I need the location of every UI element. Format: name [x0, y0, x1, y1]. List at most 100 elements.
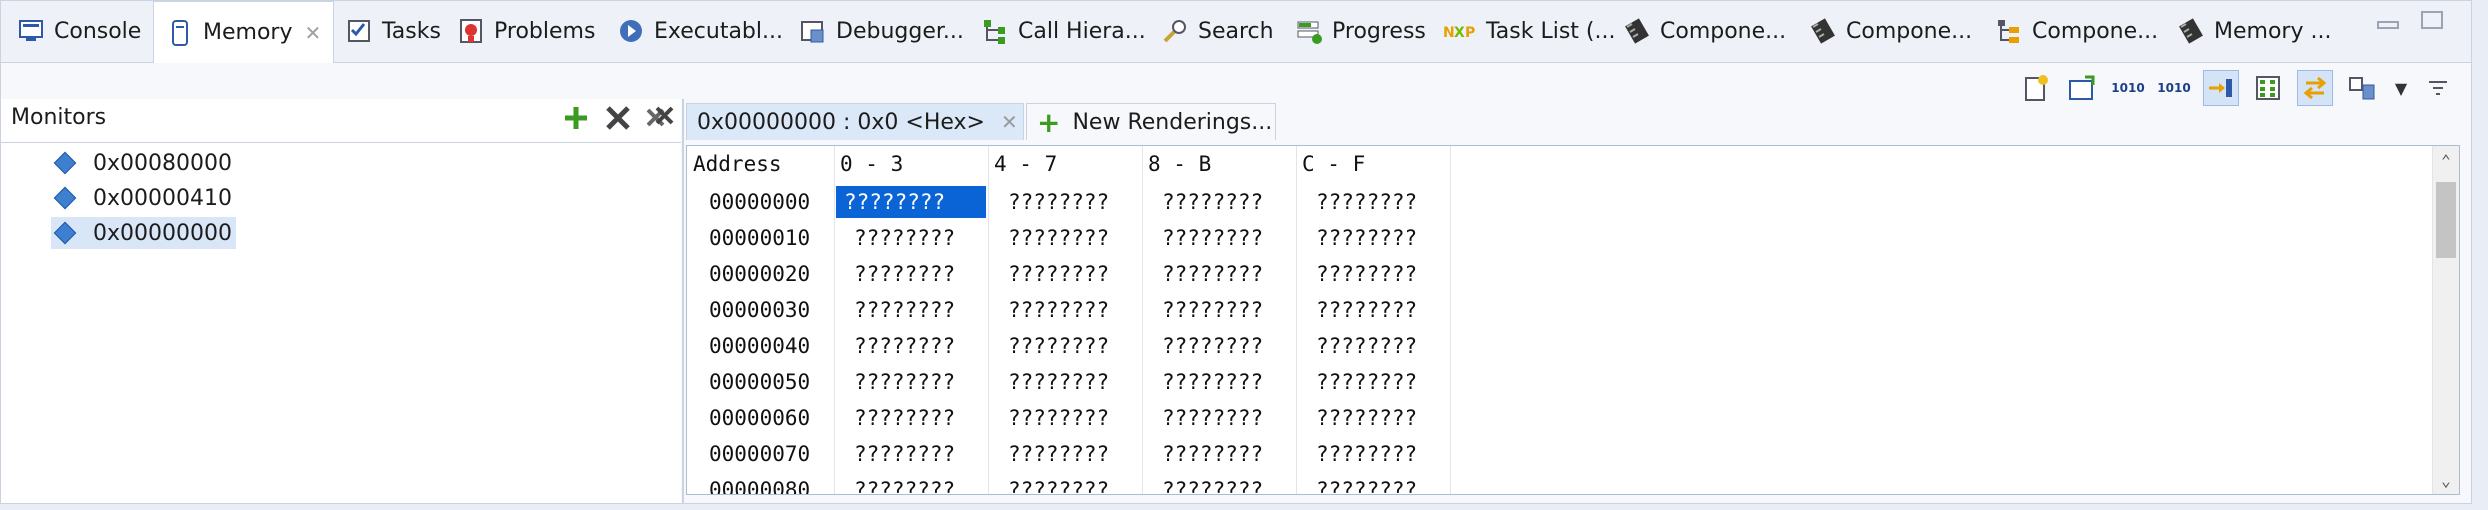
pane-divider[interactable]: [682, 99, 684, 503]
monitor-item[interactable]: 0x00080000: [51, 147, 236, 179]
memory-cell[interactable]: ????????: [854, 330, 955, 362]
monitor-item[interactable]: 0x00000410: [51, 182, 236, 214]
tab-memory-2[interactable]: Memory ...: [2177, 1, 2331, 61]
memory-cell[interactable]: ????????: [1008, 222, 1109, 254]
debugger-icon: [799, 17, 827, 45]
layout-icon[interactable]: [2345, 71, 2379, 105]
tab-label: Compone...: [1660, 18, 1787, 44]
memory-cell[interactable]: ????????: [1008, 186, 1109, 218]
tab-problems[interactable]: Problems: [457, 1, 595, 61]
monitor-item[interactable]: 0x00000000: [51, 217, 236, 249]
call-hierarchy-icon: [981, 17, 1009, 45]
swap-icon[interactable]: [2297, 70, 2333, 106]
column-header: C - F: [1302, 152, 1366, 176]
address-cell: 00000070: [709, 442, 811, 466]
memory-cell[interactable]: ????????: [1316, 294, 1417, 326]
memory-cell[interactable]: ????????: [854, 402, 955, 434]
memory-cell[interactable]: ????????: [1162, 366, 1263, 398]
memory-cell[interactable]: ????????: [1316, 438, 1417, 470]
memory-cell[interactable]: ????????: [1162, 474, 1263, 494]
memory-cell[interactable]: ????????: [1162, 186, 1263, 218]
memory-cell[interactable]: ????????: [1162, 258, 1263, 290]
minimize-button[interactable]: [2377, 21, 2399, 29]
memory-cell[interactable]: ????????: [1162, 222, 1263, 254]
memory-cell[interactable]: ????????: [1008, 294, 1109, 326]
memory-cell[interactable]: ????????: [836, 186, 986, 218]
memory-cell[interactable]: ????????: [854, 366, 955, 398]
memory-cell[interactable]: ????????: [1008, 258, 1109, 290]
memory-icon: [166, 19, 194, 47]
tab-label: Task List (...: [1486, 18, 1616, 44]
memory-cell[interactable]: ????????: [854, 294, 955, 326]
close-icon[interactable]: ✕: [1001, 110, 1018, 134]
memory-cell[interactable]: ????????: [1316, 366, 1417, 398]
search-icon: [1161, 17, 1189, 45]
memory-cell[interactable]: ????????: [1162, 294, 1263, 326]
tab-search[interactable]: Search: [1161, 1, 1274, 61]
remove-monitor-icon[interactable]: [603, 103, 633, 140]
memory-cell[interactable]: ????????: [1008, 474, 1109, 494]
tab-tasks[interactable]: Tasks: [345, 1, 441, 61]
tab-task-list[interactable]: NXP Task List (...: [1443, 1, 1616, 61]
tab-hex-rendering[interactable]: 0x00000000 : 0x0 <Hex> ✕: [686, 103, 1024, 140]
monitor-icon: [53, 151, 77, 175]
memory-cell[interactable]: ????????: [1162, 402, 1263, 434]
tab-memory[interactable]: Memory ✕: [153, 1, 335, 63]
tab-label: Memory: [203, 20, 293, 45]
dropdown-icon[interactable]: ▼: [2391, 71, 2411, 105]
memory-cell[interactable]: ????????: [1162, 330, 1263, 362]
tab-console[interactable]: Console: [17, 1, 141, 61]
address-cell: 00000080: [709, 478, 811, 495]
tab-debugger[interactable]: Debugger...: [799, 1, 964, 61]
binary-rendering-icon[interactable]: 1010: [2111, 71, 2145, 105]
scroll-thumb[interactable]: [2436, 182, 2456, 258]
memory-cell[interactable]: ????????: [1316, 402, 1417, 434]
memory-cell[interactable]: ????????: [1162, 438, 1263, 470]
columns-icon[interactable]: [2251, 71, 2285, 105]
binary-rendering-2-icon[interactable]: 1010: [2157, 71, 2191, 105]
tab-component-1[interactable]: Compone...: [1623, 1, 1786, 61]
new-rendering-icon[interactable]: [2019, 71, 2053, 105]
maximize-button[interactable]: [2421, 11, 2443, 29]
column-header: 8 - B: [1148, 152, 1212, 176]
vertical-scrollbar[interactable]: ⌃ ⌄: [2432, 146, 2459, 494]
tab-label: New Renderings...: [1072, 109, 1273, 135]
memory-cell[interactable]: ????????: [1316, 222, 1417, 254]
tab-executables[interactable]: Executabl...: [617, 1, 783, 61]
remove-all-monitors-icon[interactable]: [645, 103, 675, 140]
memory-cell[interactable]: ????????: [1008, 402, 1109, 434]
memory-cell[interactable]: ????????: [1008, 366, 1109, 398]
close-icon[interactable]: ✕: [304, 21, 321, 45]
progress-icon: [1295, 17, 1323, 45]
memory-cell[interactable]: ????????: [1316, 186, 1417, 218]
binary-label: 1010: [2111, 81, 2145, 95]
memory-cell[interactable]: ????????: [1316, 330, 1417, 362]
tab-label: Compone...: [2032, 18, 2159, 44]
scroll-up-icon[interactable]: ⌃: [2437, 152, 2455, 170]
problems-icon: [457, 17, 485, 45]
tab-progress[interactable]: Progress: [1295, 1, 1426, 61]
memory-cell[interactable]: ????????: [854, 222, 955, 254]
tab-component-2[interactable]: Compone...: [1809, 1, 1972, 61]
address-cell: 00000040: [709, 334, 811, 358]
add-monitor-icon[interactable]: [561, 103, 591, 140]
memory-table: Address 0 - 3 4 - 7 8 - B C - F 00000000…: [686, 145, 2460, 495]
tab-label: 0x00000000 : 0x0 <Hex>: [697, 109, 985, 135]
monitor-actions: [561, 103, 675, 140]
tab-new-renderings[interactable]: + New Renderings...: [1026, 103, 1276, 140]
tab-label: Call Hiera...: [1018, 18, 1146, 44]
memory-cell[interactable]: ????????: [1008, 438, 1109, 470]
link-icon[interactable]: [2203, 70, 2239, 106]
tab-component-3[interactable]: Compone...: [1995, 1, 2158, 61]
memory-cell[interactable]: ????????: [1008, 330, 1109, 362]
memory-cell[interactable]: ????????: [854, 474, 955, 494]
memory-cell[interactable]: ????????: [1316, 474, 1417, 494]
tab-call-hierarchy[interactable]: Call Hiera...: [981, 1, 1146, 61]
scroll-down-icon[interactable]: ⌄: [2437, 472, 2455, 490]
memory-cell[interactable]: ????????: [854, 438, 955, 470]
memory-cell[interactable]: ????????: [854, 258, 955, 290]
view-menu-icon[interactable]: [2423, 71, 2453, 105]
memory-chip-icon: [2177, 17, 2205, 45]
add-rendering-icon[interactable]: [2065, 71, 2099, 105]
memory-cell[interactable]: ????????: [1316, 258, 1417, 290]
